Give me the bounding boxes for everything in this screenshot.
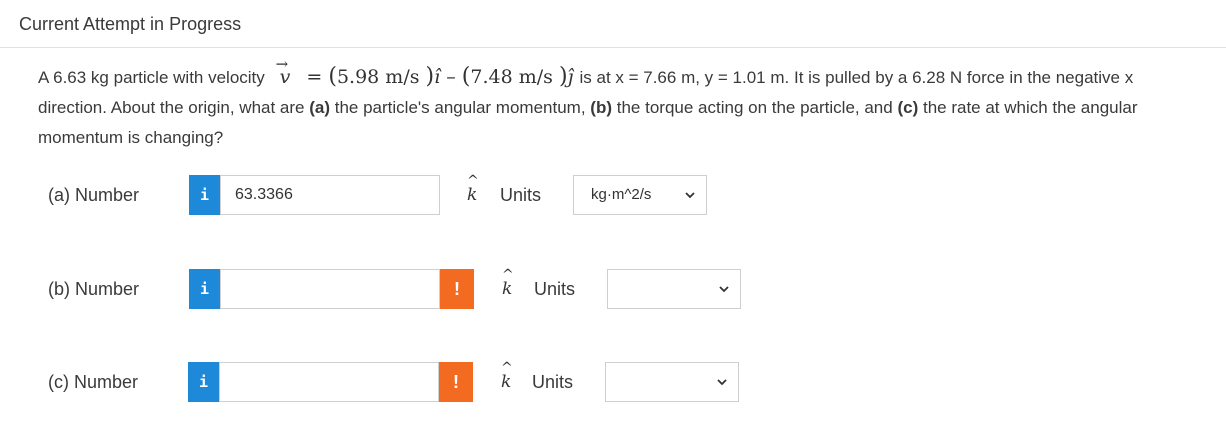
- attempt-header: Current Attempt in Progress: [0, 0, 1226, 48]
- hat-icon: ^: [502, 267, 514, 283]
- answer-a-input[interactable]: 63.3366: [220, 175, 440, 215]
- info-icon[interactable]: i: [188, 362, 219, 402]
- part-a-text: the particle's angular momentum,: [334, 98, 586, 117]
- page-title: Current Attempt in Progress: [19, 14, 242, 34]
- units-label: Units: [534, 279, 576, 299]
- i-hat: î: [434, 66, 441, 88]
- part-a-tag: (a): [309, 98, 331, 117]
- answer-label: (b) Number: [48, 279, 140, 299]
- k-hat-symbol: ^ k: [502, 267, 514, 299]
- warning-icon[interactable]: !: [440, 269, 474, 309]
- j-hat: ĵ: [567, 66, 574, 88]
- answer-row-c: (c) Number i ! ^ k Units: [0, 360, 1226, 404]
- answer-c-input[interactable]: [219, 362, 439, 402]
- info-icon[interactable]: i: [189, 269, 220, 309]
- chevron-down-icon: [719, 286, 729, 293]
- part-b-tag: (b): [590, 98, 613, 117]
- part-c-tag: (c): [897, 98, 919, 117]
- info-icon[interactable]: i: [189, 175, 220, 215]
- minus-sign: –: [446, 66, 456, 88]
- vector-arrow-icon: →: [275, 55, 289, 73]
- units-label: Units: [532, 372, 574, 392]
- units-select-a[interactable]: kg·m^2/s: [573, 175, 707, 215]
- units-select-b[interactable]: [607, 269, 741, 309]
- question-text: A 6.63 kg particle with velocity → v = (5…: [38, 55, 1198, 153]
- answer-label: (a) Number: [48, 185, 140, 205]
- vy-value: 7.48 m/s: [470, 66, 553, 88]
- answer-row-b: (b) Number i ! ^ k Units: [0, 267, 1226, 311]
- k-hat-symbol: ^ k: [501, 360, 513, 392]
- hat-icon: ^: [467, 173, 479, 189]
- units-label: Units: [500, 185, 542, 205]
- answer-b-input[interactable]: [220, 269, 440, 309]
- answer-label: (c) Number: [48, 372, 139, 392]
- equals-sign: =: [306, 66, 323, 88]
- k-hat-symbol: ^ k: [467, 173, 479, 205]
- units-select-c[interactable]: [605, 362, 739, 402]
- velocity-equation: → v = (5.98 m/s )î – (7.48 m/s )ĵ: [270, 55, 580, 89]
- warning-icon[interactable]: !: [439, 362, 473, 402]
- chevron-down-icon: [685, 192, 695, 199]
- vx-value: 5.98 m/s: [336, 66, 420, 88]
- hat-icon: ^: [501, 360, 513, 376]
- answer-row-a: (a) Number i 63.3366 ^ k Units kg·m^2/s: [0, 173, 1226, 217]
- question-intro: A 6.63 kg particle with velocity: [38, 68, 265, 87]
- velocity-vector-symbol: → v: [276, 55, 295, 92]
- chevron-down-icon: [717, 379, 727, 386]
- part-b-text: the torque acting on the particle, and: [616, 98, 893, 117]
- units-selected-value: kg·m^2/s: [591, 186, 652, 203]
